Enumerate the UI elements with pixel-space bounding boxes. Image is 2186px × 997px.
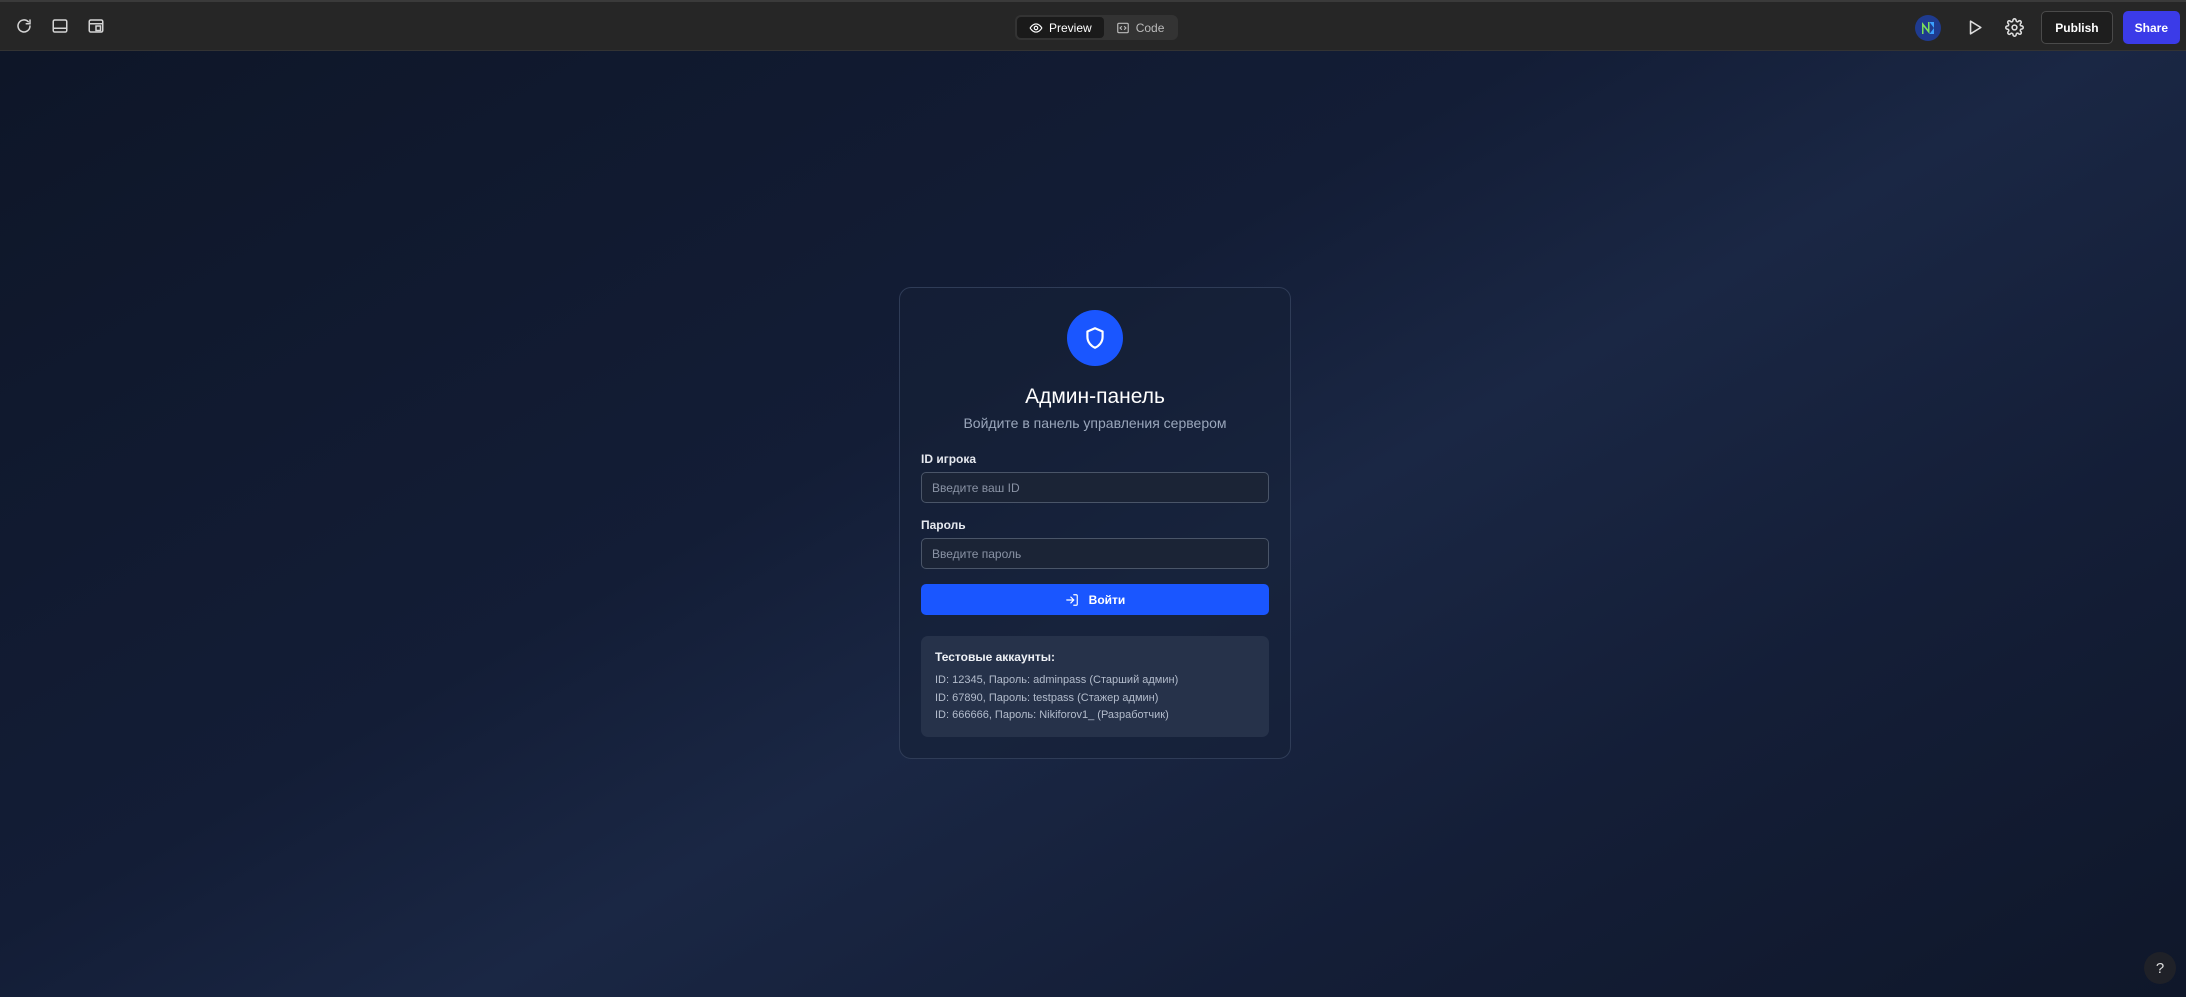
code-icon (1116, 22, 1129, 33)
login-button-label: Войти (1088, 592, 1126, 607)
tab-code-label: Code (1135, 20, 1165, 35)
password-label: Пароль (921, 518, 966, 532)
test-accounts-title: Тестовые аккаунты: (935, 650, 1056, 664)
toolbar-right-group: Publish Share (1915, 11, 2180, 44)
toolbar-left-group (12, 14, 108, 38)
test-account-line: ID: 666666, Пароль: Nikiforov1_ (Разрабо… (935, 709, 1169, 721)
shield-icon (1067, 310, 1123, 366)
tab-code[interactable]: Code (1104, 17, 1177, 38)
test-accounts-box: Тестовые аккаунты: ID: 12345, Пароль: ad… (921, 636, 1269, 737)
preview-stage: Админ-панель Войдите в панель управления… (0, 51, 2186, 997)
gear-icon[interactable] (2001, 15, 2027, 41)
logo-n-icon[interactable] (1915, 14, 1942, 41)
page-subtitle: Войдите в панель управления сервером (963, 415, 1227, 431)
play-icon[interactable] (1961, 15, 1987, 41)
player-id-input[interactable] (921, 472, 1269, 503)
id-label: ID игрока (921, 452, 977, 466)
panel-bottom-icon[interactable] (48, 14, 72, 38)
login-card: Админ-панель Войдите в панель управления… (899, 287, 1291, 759)
view-toggle: Preview Code (1015, 15, 1179, 40)
refresh-icon[interactable] (12, 14, 36, 38)
test-account-line: ID: 67890, Пароль: testpass (Стажер адми… (935, 691, 1159, 704)
publish-button[interactable]: Publish (2041, 11, 2113, 44)
page-title: Админ-панель (1025, 385, 1165, 408)
layout-icon[interactable] (84, 14, 108, 38)
tab-preview-label: Preview (1049, 20, 1092, 35)
eye-icon (1029, 22, 1043, 33)
tab-preview[interactable]: Preview (1017, 17, 1104, 38)
test-account-line: ID: 12345, Пароль: adminpass (Старший ад… (935, 674, 1179, 686)
top-toolbar: Preview Code Publish Share (0, 0, 2186, 51)
share-button[interactable]: Share (2122, 11, 2180, 44)
help-button[interactable]: ? (2144, 952, 2176, 984)
login-arrow-icon (1065, 593, 1078, 606)
login-button[interactable]: Войти (921, 584, 1269, 615)
password-input[interactable] (921, 538, 1269, 569)
